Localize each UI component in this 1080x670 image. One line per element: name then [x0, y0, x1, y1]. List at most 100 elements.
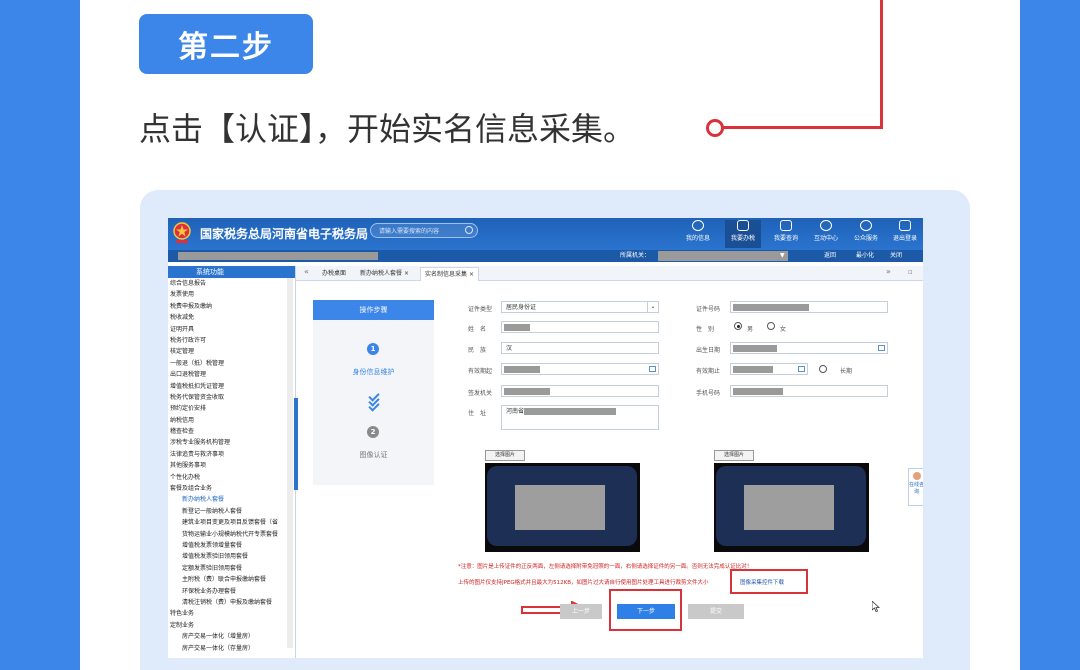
sidebar-item[interactable]: 涉税专业服务机构管理	[168, 437, 295, 448]
sidebar-item[interactable]: 综合信息报告	[168, 278, 295, 289]
mouse-cursor-icon	[872, 601, 880, 612]
id-number-input[interactable]	[730, 301, 888, 313]
sidebar-item[interactable]: 定制业务	[168, 620, 295, 631]
sidebar-item[interactable]: 房产交易一体化（存量房）	[168, 643, 295, 654]
sidebar-item[interactable]: 一般退（抵）税管理	[168, 358, 295, 369]
sidebar-item[interactable]: 发票使用	[168, 289, 295, 300]
sidebar-item[interactable]: 稽查检查	[168, 426, 295, 437]
sidebar-item[interactable]: 法律追责与救济事项	[168, 449, 295, 460]
chevron-down-icon[interactable]: ▼	[780, 250, 785, 262]
sidebar-item[interactable]: 环保税业务办理套餐	[168, 586, 295, 597]
prev-step-button[interactable]: 上一步	[560, 604, 602, 619]
sidebar-item[interactable]: 证明开具	[168, 324, 295, 335]
callout-dot	[706, 119, 724, 137]
sidebar-item[interactable]: 其他服务事项	[168, 460, 295, 471]
sidebar-item[interactable]: 套餐及组合业务	[168, 483, 295, 494]
chevron-down-icon[interactable]: ⌄	[647, 302, 658, 312]
tab-new-taxpayer[interactable]: 新办纳税人套餐 ×	[356, 267, 413, 280]
callout-line-vertical	[880, 0, 883, 128]
sidebar-item[interactable]: 新办纳税人套餐	[168, 494, 295, 505]
id-front-photo-preview	[485, 463, 640, 552]
nav-logout[interactable]: 退出登录	[887, 220, 923, 242]
sidebar-item[interactable]: 增值税发票领增量套餐	[168, 540, 295, 551]
close-icon[interactable]: ×	[404, 270, 409, 277]
name-input[interactable]	[501, 321, 659, 333]
redacted-taxpayer-name	[178, 252, 378, 260]
tabs-scroll-right-icon[interactable]: »	[886, 267, 891, 276]
sidebar-item[interactable]: 建筑业项目变更及项目反馈套餐（省	[168, 517, 295, 528]
birth-date-input[interactable]	[730, 342, 888, 354]
sidebar-item[interactable]: 货物运输业小规模纳税代开专票套餐	[168, 529, 295, 540]
sidebar-item[interactable]: 纳税信用	[168, 415, 295, 426]
sidebar-item[interactable]: 定额发票验旧领用套餐	[168, 563, 295, 574]
nav-interaction[interactable]: 互动中心	[808, 220, 844, 242]
sidebar-item[interactable]: 清税注销税（费）申报及缴纳套餐	[168, 597, 295, 608]
sidebar-title: 系统功能	[168, 266, 295, 278]
gender-male-radio[interactable]	[734, 322, 742, 330]
nav-my-info[interactable]: 我的信息	[680, 220, 716, 242]
sidebar-collapse-handle[interactable]	[294, 398, 298, 490]
tabs-scroll-left-icon[interactable]: «	[304, 267, 309, 276]
sidebar-item[interactable]: 预约定价安排	[168, 403, 295, 414]
sidebar-item[interactable]: 增值税抵扣凭证管理	[168, 381, 295, 392]
sidebar-item[interactable]: 出口退税管理	[168, 369, 295, 380]
valid-to-input[interactable]	[730, 363, 808, 375]
nav-label: 公众服务	[853, 235, 878, 242]
service-icon	[860, 220, 872, 231]
user-icon	[692, 220, 704, 231]
sidebar-item[interactable]: 税收减免	[168, 312, 295, 323]
redacted-valid-from	[504, 366, 540, 373]
sidebar-item[interactable]: 主附税（费）联合申报缴纳套餐	[168, 574, 295, 585]
minimize-button[interactable]: 最小化	[856, 250, 874, 262]
long-term-radio[interactable]	[819, 365, 827, 373]
calendar-icon[interactable]	[649, 366, 656, 372]
tab-real-name[interactable]: 实名制信息采集 ×	[420, 267, 479, 281]
nav-public-service[interactable]: 公众服务	[848, 220, 884, 242]
search-icon[interactable]	[465, 226, 473, 234]
step-1-number: 1	[367, 343, 379, 355]
nav-tax-handling[interactable]: 我要办税	[725, 220, 761, 248]
address-value: 河南省	[506, 408, 525, 415]
sidebar-item[interactable]: 房产交易一体化（增量房）	[168, 631, 295, 642]
search-input[interactable]: 请输入需要搜索的内容	[370, 223, 478, 238]
ethnicity-input[interactable]: 汉	[501, 342, 659, 354]
sidebar-item[interactable]: 个性化办税	[168, 472, 295, 483]
back-button[interactable]: 返回	[824, 250, 836, 262]
online-consult-widget[interactable]: 在线咨询	[908, 468, 923, 506]
issuer-input[interactable]	[501, 385, 659, 397]
tab-bar: « 办税桌面 新办纳税人套餐 × 实名制信息采集 × » ▫	[296, 266, 923, 281]
gender-female-radio[interactable]	[767, 322, 775, 330]
id-number-label: 证件号码	[696, 306, 721, 313]
sidebar-item[interactable]: 税费申报及缴纳	[168, 301, 295, 312]
phone-input[interactable]	[730, 385, 888, 397]
sidebar-item[interactable]: 新登记一般纳税人套餐	[168, 506, 295, 517]
submit-button[interactable]: 提交	[688, 604, 744, 619]
select-back-image-button[interactable]: 选择图片	[714, 450, 754, 461]
sidebar-item[interactable]: 核定管理	[168, 346, 295, 357]
calendar-icon[interactable]	[798, 366, 805, 372]
upload-notice-line2: 上传的图片仅支持JPEG格式并且最大为512KB，如图片过大请自行使用图片处理工…	[458, 580, 709, 586]
close-icon[interactable]: ×	[469, 271, 474, 278]
sidebar-item[interactable]: 税务代保管资金收取	[168, 392, 295, 403]
callout-line-horizontal	[722, 126, 883, 129]
tab-desktop[interactable]: 办税桌面	[318, 267, 350, 280]
online-consult-label: 在线咨询	[909, 482, 923, 495]
org-label: 所属机关：	[620, 252, 651, 259]
sidebar-item[interactable]: 特色业务	[168, 608, 295, 619]
address-textarea[interactable]: 河南省	[501, 405, 659, 430]
highlight-box-next	[609, 589, 682, 631]
tabs-menu-icon[interactable]: ▫	[908, 268, 913, 276]
id-type-select[interactable]: 居民身份证 ⌄	[501, 301, 659, 313]
select-front-image-button[interactable]: 选择图片	[485, 450, 525, 461]
sidebar-scrollbar[interactable]	[287, 278, 293, 648]
sidebar-item[interactable]: 税务行政许可	[168, 335, 295, 346]
valid-from-input[interactable]	[501, 363, 659, 375]
close-button[interactable]: 关闭	[890, 250, 902, 262]
gender-male-label: 男	[747, 326, 754, 333]
sidebar-item[interactable]: 增值税发票验旧领用套餐	[168, 551, 295, 562]
calendar-icon[interactable]	[878, 345, 885, 351]
valid-to-label: 有效期止	[696, 368, 721, 375]
redacted-birth-date	[733, 345, 777, 352]
gender-label: 性 别	[696, 326, 715, 333]
nav-query[interactable]: 我要查询	[768, 220, 804, 242]
